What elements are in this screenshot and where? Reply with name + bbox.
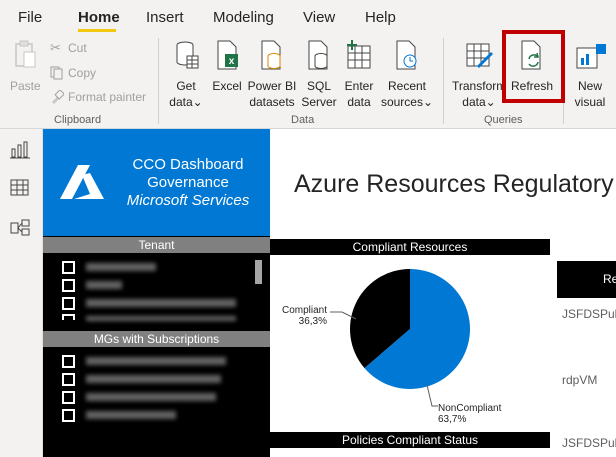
powerbi-label-1: Power BI	[247, 79, 297, 93]
cut-button[interactable]: ✂ Cut	[50, 40, 150, 58]
menu-bar: File Home Insert Modeling View Help	[0, 0, 616, 32]
leader-line-noncompliant	[426, 384, 438, 407]
chevron-down-icon: ⌄	[422, 95, 434, 109]
powerbi-datasets-button[interactable]: Power BI datasets	[246, 38, 298, 110]
database-icon	[176, 41, 199, 69]
enter-data-button[interactable]: Enter data	[339, 38, 379, 110]
recent-sources-icon	[396, 40, 417, 70]
pie-label-compliant: Compliant 36,3%	[281, 305, 327, 327]
transform-icon	[466, 43, 493, 68]
sql-label-2: Server	[301, 95, 337, 109]
transform-label-2: data⌄	[462, 95, 496, 109]
recent-label-2: sources⌄	[380, 95, 434, 109]
mg-checkbox[interactable]	[62, 373, 75, 386]
tenant-checkbox[interactable]	[62, 314, 75, 320]
powerbi-label-2: datasets	[249, 95, 295, 109]
compliant-resources-header: Compliant Resources	[270, 239, 550, 255]
dataset-icon	[261, 40, 281, 70]
mg-checkbox[interactable]	[62, 409, 75, 422]
logo-subtitle: Microsoft Services	[126, 192, 250, 209]
excel-button[interactable]: x Excel	[208, 38, 246, 110]
new-visual-label-1: New	[577, 79, 602, 93]
page-title: Azure Resources Regulatory C	[294, 170, 616, 198]
tenant-header: Tenant	[43, 237, 270, 253]
menu-file[interactable]: File	[18, 9, 42, 26]
data-group-label: Data	[291, 114, 315, 126]
enter-data-label-2: data	[347, 95, 371, 109]
menu-view[interactable]: View	[303, 9, 335, 26]
model-view-icon[interactable]	[10, 219, 30, 237]
view-switcher	[0, 129, 43, 457]
policies-compliant-header: Policies Compliant Status	[270, 432, 550, 448]
format-painter-button[interactable]: Format painter	[50, 89, 150, 107]
mg-checkbox[interactable]	[62, 391, 75, 404]
svg-text:x: x	[229, 56, 235, 67]
copy-label: Copy	[68, 66, 97, 80]
tenant-item-blurred	[86, 263, 156, 271]
pie-label-noncompliant: NonCompliant 63,7%	[438, 403, 502, 425]
mg-checkbox[interactable]	[62, 355, 75, 368]
tenant-item-blurred	[86, 299, 236, 307]
table-row: JSFDSPullS	[562, 436, 616, 450]
group-divider	[158, 38, 159, 124]
excel-label: Excel	[212, 79, 242, 93]
mg-item-blurred	[86, 357, 226, 365]
table-row: rdpVM	[562, 373, 598, 387]
tenant-checkbox[interactable]	[62, 261, 75, 274]
logo-panel: CCO Dashboard Governance Microsoft Servi…	[43, 129, 270, 236]
tenant-item-blurred	[86, 316, 236, 321]
menu-help[interactable]: Help	[365, 9, 396, 26]
recent-label-1: Recent	[387, 79, 427, 93]
paste-button[interactable]: Paste	[6, 38, 44, 98]
menu-home[interactable]: Home	[78, 9, 120, 26]
paste-label: Paste	[10, 79, 41, 93]
scissors-icon: ✂	[50, 40, 61, 55]
mg-item-blurred	[86, 375, 221, 383]
new-visual-button[interactable]: New visual	[568, 38, 612, 110]
sql-server-icon	[308, 40, 328, 70]
mg-item-blurred	[86, 393, 216, 401]
excel-icon: x	[217, 40, 238, 70]
mg-item-blurred	[86, 411, 176, 419]
queries-group-label: Queries	[484, 114, 523, 126]
refresh-highlight-box	[502, 30, 565, 103]
transform-data-button[interactable]: Transform data⌄	[452, 38, 506, 110]
tenant-scrollbar[interactable]	[255, 260, 262, 284]
chevron-down-icon: ⌄	[485, 95, 496, 109]
report-view-icon[interactable]	[10, 141, 30, 159]
new-visual-label-2: visual	[574, 95, 606, 109]
copy-icon	[50, 66, 63, 80]
paste-icon	[15, 40, 36, 68]
menu-modeling[interactable]: Modeling	[213, 9, 274, 26]
format-painter-label: Format painter	[68, 90, 147, 104]
brush-icon	[52, 90, 64, 104]
copy-button[interactable]: Copy	[50, 65, 150, 83]
get-data-label-1: Get	[176, 79, 196, 93]
clipboard-group-label: Clipboard	[54, 114, 102, 126]
enter-data-label-1: Enter	[344, 79, 374, 93]
get-data-button[interactable]: Get data⌄	[166, 38, 206, 110]
group-divider	[443, 38, 444, 124]
table-icon	[347, 40, 371, 69]
sql-label-1: SQL	[306, 79, 331, 93]
resources-table-header: Re	[557, 261, 616, 298]
chevron-down-icon: ⌄	[192, 95, 203, 109]
menu-insert[interactable]: Insert	[146, 9, 184, 26]
tenant-checkbox[interactable]	[62, 279, 75, 292]
new-visual-icon	[576, 44, 606, 69]
cut-label: Cut	[68, 41, 87, 55]
compliance-pie-chart	[330, 269, 470, 407]
recent-sources-button[interactable]: Recent sources⌄	[379, 38, 435, 110]
logo-title: CCO Dashboard Governance	[132, 156, 244, 191]
transform-label-1: Transform	[452, 79, 507, 93]
tenant-checkbox[interactable]	[62, 297, 75, 310]
mgs-header: MGs with Subscriptions	[43, 331, 270, 347]
table-row: JSFDSPullS	[562, 307, 616, 321]
sql-server-button[interactable]: SQL Server	[299, 38, 339, 110]
data-view-icon[interactable]	[10, 179, 30, 197]
get-data-label-2: data⌄	[169, 95, 203, 109]
tenant-item-blurred	[86, 281, 122, 289]
azure-logo-icon	[60, 165, 104, 199]
table-header-label: Re	[603, 272, 616, 286]
